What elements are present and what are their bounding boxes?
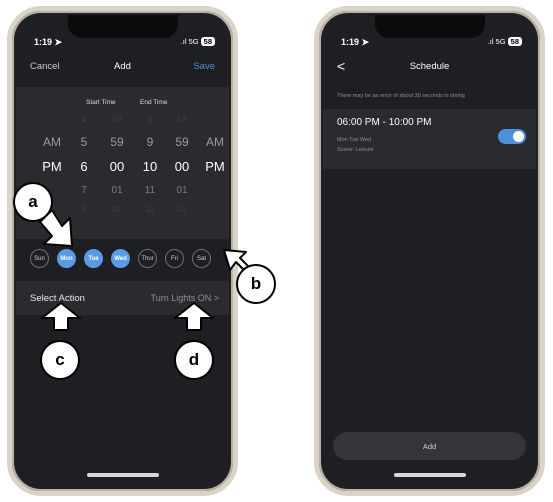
annotation-arrows — [39, 209, 253, 331]
callout-b: b — [236, 264, 276, 304]
callout-d: d — [174, 340, 214, 380]
callout-a: a — [13, 182, 53, 222]
callout-c: c — [40, 340, 80, 380]
arrow-c-icon — [41, 302, 81, 331]
arrow-d-icon — [174, 302, 214, 331]
